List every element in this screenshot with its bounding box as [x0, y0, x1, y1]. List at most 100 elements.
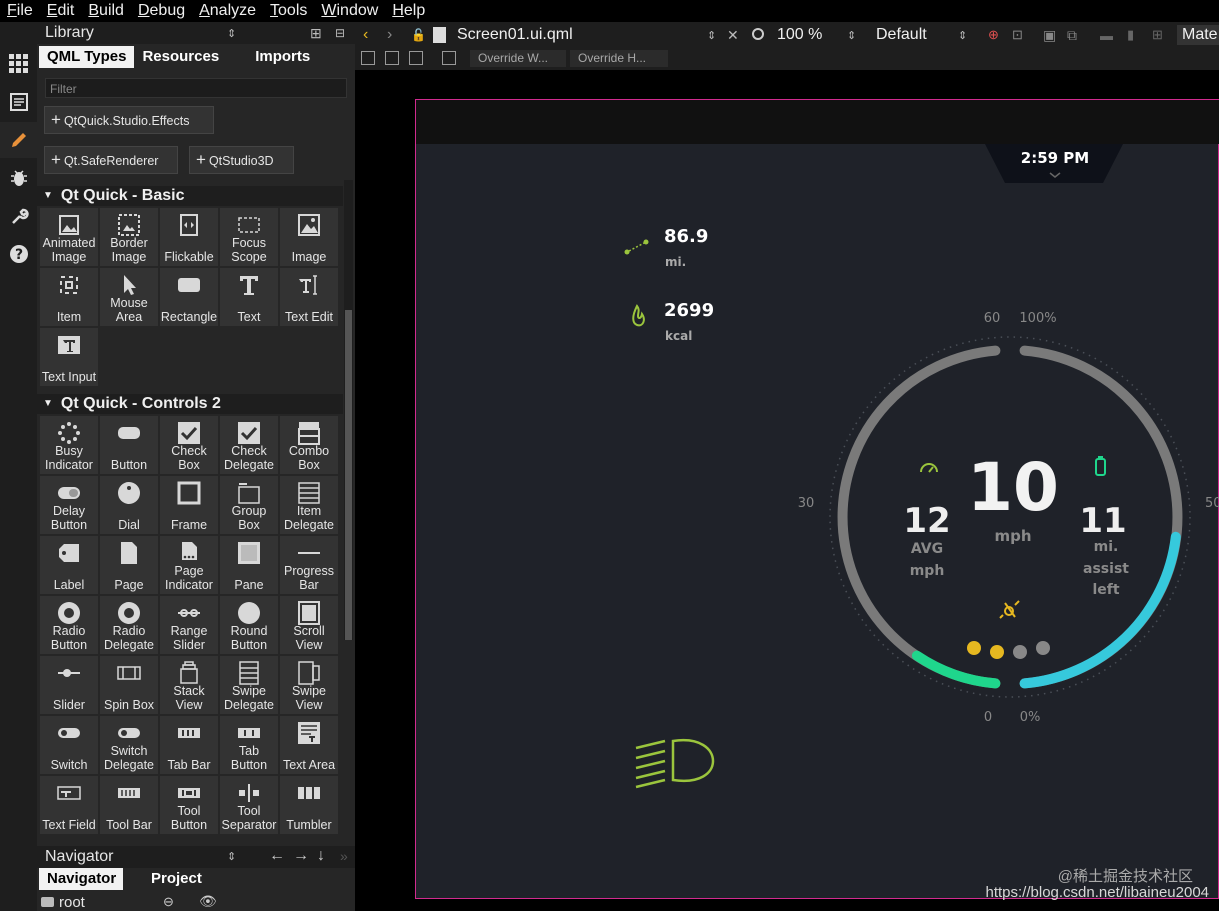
- menu-file[interactable]: File: [0, 2, 40, 20]
- tab-qml-types[interactable]: QML Types: [39, 46, 135, 68]
- design-mode-button[interactable]: [0, 122, 37, 158]
- debug-mode-button[interactable]: [0, 160, 37, 196]
- updown-icon[interactable]: ⇕: [707, 29, 716, 42]
- library-item-swipe-view[interactable]: Swipe View: [279, 655, 339, 715]
- library-item-text-input[interactable]: Text Input: [39, 327, 99, 387]
- updown-icon[interactable]: ⇕: [847, 29, 856, 42]
- library-item-spin-box[interactable]: Spin Box: [99, 655, 159, 715]
- arrow-right-icon[interactable]: →: [293, 847, 309, 865]
- layers-icon[interactable]: ⧉: [1067, 27, 1077, 44]
- tab-navigator[interactable]: Navigator: [39, 868, 123, 890]
- eye-icon[interactable]: 👁: [199, 893, 217, 910]
- close-file-icon[interactable]: ✕: [727, 27, 739, 44]
- library-item-item[interactable]: Item: [39, 267, 99, 327]
- menu-debug[interactable]: Debug: [131, 2, 192, 20]
- library-item-check-box[interactable]: Check Box: [159, 415, 219, 475]
- menu-edit[interactable]: Edit: [40, 2, 82, 20]
- library-item-check-delegate[interactable]: Check Delegate: [219, 415, 279, 475]
- forward-icon[interactable]: ›: [387, 26, 392, 44]
- split-icon[interactable]: ⊞: [310, 25, 322, 42]
- library-item-tool-separator[interactable]: Tool Separator: [219, 775, 279, 835]
- library-item-page[interactable]: Page: [99, 535, 159, 595]
- tab-project[interactable]: Project: [143, 868, 210, 890]
- library-scroll-thumb[interactable]: [345, 310, 352, 640]
- import-qtquick-studio-effects[interactable]: + QtQuick.Studio.Effects: [44, 106, 214, 134]
- export-icon[interactable]: ⊖: [163, 894, 174, 910]
- library-item-tumbler[interactable]: Tumbler: [279, 775, 339, 835]
- library-item-border-image[interactable]: Border Image: [99, 207, 159, 267]
- library-item-flickable[interactable]: Flickable: [159, 207, 219, 267]
- library-item-group-box[interactable]: Group Box: [219, 475, 279, 535]
- library-item-round-button[interactable]: Round Button: [219, 595, 279, 655]
- library-item-tab-bar[interactable]: Tab Bar: [159, 715, 219, 775]
- live-preview-icon[interactable]: [752, 28, 764, 40]
- menu-analyze[interactable]: Analyze: [192, 2, 263, 20]
- library-item-stack-view[interactable]: Stack View: [159, 655, 219, 715]
- library-item-tool-button[interactable]: Tool Button: [159, 775, 219, 835]
- projects-mode-button[interactable]: [0, 198, 37, 234]
- material-style-label[interactable]: Mate: [1177, 25, 1219, 45]
- screen-icon[interactable]: ▣: [1043, 27, 1056, 44]
- grid-layout-icon[interactable]: ⊞: [1152, 27, 1163, 43]
- menu-build[interactable]: Build: [81, 2, 131, 20]
- library-item-image[interactable]: Image: [279, 207, 339, 267]
- section-qt-quick-controls-2[interactable]: ▼ Qt Quick - Controls 2: [37, 394, 343, 414]
- library-item-button[interactable]: Button: [99, 415, 159, 475]
- updown-icon[interactable]: ⇕: [227, 27, 236, 40]
- welcome-mode-button[interactable]: [0, 46, 37, 82]
- navigator-root-row[interactable]: root ⊖ 👁: [37, 893, 355, 911]
- edit-mode-button[interactable]: [0, 84, 37, 120]
- library-item-scroll-view[interactable]: Scroll View: [279, 595, 339, 655]
- library-item-rectangle[interactable]: Rectangle: [159, 267, 219, 327]
- library-item-page-indicator[interactable]: Page Indicator: [159, 535, 219, 595]
- library-item-text[interactable]: Text: [219, 267, 279, 327]
- library-item-progress-bar[interactable]: Progress Bar: [279, 535, 339, 595]
- library-item-tool-bar[interactable]: Tool Bar: [99, 775, 159, 835]
- tab-resources[interactable]: Resources: [134, 46, 247, 68]
- menu-window[interactable]: Window: [314, 2, 385, 20]
- updown-icon[interactable]: ⇕: [227, 850, 236, 863]
- library-item-switch-delegate[interactable]: Switch Delegate: [99, 715, 159, 775]
- anchor-icon[interactable]: [385, 51, 399, 65]
- library-item-switch[interactable]: Switch: [39, 715, 99, 775]
- filter-input[interactable]: Filter: [45, 78, 347, 98]
- library-item-busy-indicator[interactable]: Busy Indicator: [39, 415, 99, 475]
- zoom-level[interactable]: 100 %: [777, 26, 822, 44]
- library-item-delay-button[interactable]: Delay Button: [39, 475, 99, 535]
- library-item-text-field[interactable]: Text Field: [39, 775, 99, 835]
- library-item-label[interactable]: Label: [39, 535, 99, 595]
- library-item-mouse-area[interactable]: Mouse Area: [99, 267, 159, 327]
- library-item-text-area[interactable]: Text Area: [279, 715, 339, 775]
- updown-icon[interactable]: ⇕: [958, 29, 967, 42]
- override-width-field[interactable]: Override W...: [470, 50, 566, 67]
- library-item-pane[interactable]: Pane: [219, 535, 279, 595]
- headlight-icon[interactable]: [635, 738, 715, 789]
- library-item-radio-button[interactable]: Radio Button: [39, 595, 99, 655]
- back-icon[interactable]: ‹: [363, 26, 368, 44]
- library-item-swipe-delegate[interactable]: Swipe Delegate: [219, 655, 279, 715]
- help-mode-button[interactable]: ?: [0, 236, 37, 272]
- section-qt-quick-basic[interactable]: ▼ Qt Quick - Basic: [37, 186, 343, 206]
- menu-tools[interactable]: Tools: [263, 2, 314, 20]
- library-item-radio-delegate[interactable]: Radio Delegate: [99, 595, 159, 655]
- bounds-icon[interactable]: [409, 51, 423, 65]
- close-panel-icon[interactable]: ⊟: [335, 26, 345, 40]
- reset-view-icon[interactable]: ⊕: [988, 27, 999, 43]
- arrow-left-icon[interactable]: ←: [269, 847, 285, 865]
- more-icon[interactable]: »: [340, 848, 348, 864]
- library-item-item-delegate[interactable]: Item Delegate: [279, 475, 339, 535]
- select-icon[interactable]: [442, 51, 456, 65]
- import-qt-saferenderer[interactable]: + Qt.SafeRenderer: [44, 146, 178, 174]
- import-qtstudio3d[interactable]: + QtStudio3D: [189, 146, 294, 174]
- fit-icon[interactable]: ⊡: [1012, 27, 1023, 43]
- arrow-down-icon[interactable]: ↓: [317, 847, 325, 865]
- library-item-animated-image[interactable]: Animated Image: [39, 207, 99, 267]
- menu-help[interactable]: Help: [385, 2, 432, 20]
- library-item-text-edit[interactable]: Text Edit: [279, 267, 339, 327]
- tab-imports[interactable]: Imports: [247, 46, 318, 68]
- library-item-slider[interactable]: Slider: [39, 655, 99, 715]
- align-h-icon[interactable]: ▬: [1100, 28, 1113, 43]
- library-item-tab-button[interactable]: Tab Button: [219, 715, 279, 775]
- library-item-frame[interactable]: Frame: [159, 475, 219, 535]
- align-v-icon[interactable]: ▮: [1127, 27, 1134, 43]
